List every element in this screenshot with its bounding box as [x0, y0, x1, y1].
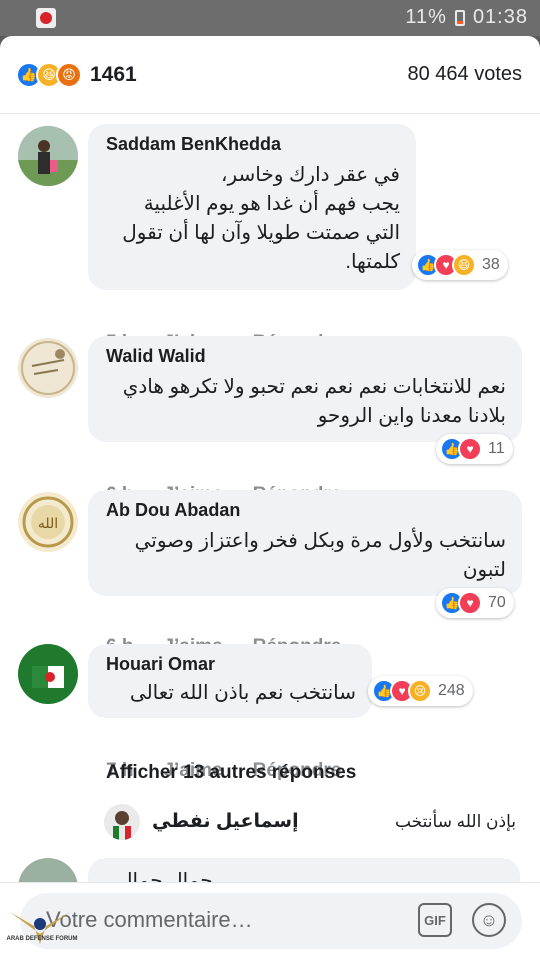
- comments-sheet: 👍 😆 😡 1461 80 464 votes Saddam BenKhedda…: [0, 36, 540, 960]
- comment-composer: Votre commentaire… GIF ☺: [0, 882, 540, 960]
- avatar-photo: [104, 804, 140, 840]
- comment-bubble: Walid Walid نعم للانتخابات نعم نعم نعم ت…: [88, 336, 522, 442]
- comment-bubble: Ab Dou Abadan سانتخب ولأول مرة وبكل فخر …: [88, 490, 522, 596]
- svg-text:الله: الله: [38, 516, 58, 532]
- reply-avatar[interactable]: [104, 804, 140, 840]
- comment-reactions[interactable]: 👍 ♥ 70: [436, 588, 514, 618]
- emoji-icon[interactable]: ☺: [472, 903, 506, 937]
- votes-count: 80 464 votes: [407, 63, 522, 85]
- sad-reaction-icon: 😢: [408, 679, 432, 703]
- reactions-header: 👍 😆 😡 1461 80 464 votes: [0, 36, 540, 114]
- comment-text: في عقر دارك وخاسر، يجب فهم أن غدا هو يوم…: [106, 161, 400, 277]
- comment-reaction-count: 11: [488, 440, 505, 457]
- avatar[interactable]: الله: [18, 492, 78, 552]
- watermark-logo: [10, 912, 70, 944]
- clock: 01:38: [472, 6, 528, 28]
- battery-percent: 11%: [405, 6, 447, 28]
- haha-reaction-icon: 😆: [452, 253, 476, 277]
- angry-reaction-icon: 😡: [56, 62, 82, 88]
- comment-text: نعم للانتخابات نعم نعم نعم تحبو ولا تكره…: [122, 376, 506, 427]
- comment-text-line: في عقر دارك وخاسر، يجب فهم أن غدا هو يوم…: [122, 164, 400, 273]
- love-reaction-icon: ♥: [458, 437, 482, 461]
- app-notification-icon: [36, 8, 56, 28]
- comment-reaction-count: 70: [488, 594, 506, 611]
- comment-bubble: Saddam BenKhedda في عقر دارك وخاسر، يجب …: [88, 124, 416, 290]
- status-right: 11% 01:38: [405, 6, 528, 29]
- comment-reactions[interactable]: 👍 ♥ 😆 38: [412, 250, 508, 280]
- avatar[interactable]: [18, 644, 78, 704]
- reaction-count: 1461: [90, 63, 137, 86]
- comment-text: سانتخب نعم باذن الله تعالى: [129, 682, 356, 704]
- reaction-summary[interactable]: 👍 😆 😡 1461: [16, 62, 137, 88]
- watermark-text: ARAB DEFENSE FORUM: [6, 936, 78, 942]
- comment-reaction-count: 248: [438, 682, 465, 699]
- avatar-photo: [18, 126, 78, 186]
- battery-icon: [454, 9, 465, 26]
- comment-author[interactable]: Saddam BenKhedda: [106, 134, 400, 155]
- avatar-photo: [18, 338, 78, 398]
- status-bar: 11% 01:38: [0, 0, 540, 36]
- gif-button[interactable]: GIF: [418, 903, 452, 937]
- comment-reactions[interactable]: 👍 ♥ 😢 248: [368, 676, 473, 706]
- avatar[interactable]: [18, 338, 78, 398]
- avatar-photo: [18, 644, 78, 704]
- love-reaction-icon: ♥: [458, 591, 482, 615]
- comment-author[interactable]: Houari Omar: [106, 654, 356, 675]
- reply-preview[interactable]: إسماعيل نفطي بإذن الله سأنتخب: [0, 800, 540, 850]
- reply-text: بإذن الله سأنتخب: [394, 812, 516, 831]
- avatar[interactable]: [18, 126, 78, 186]
- comment-reactions[interactable]: 👍 ♥ 11: [436, 434, 513, 464]
- comment-text: سانتخب ولأول مرة وبكل فخر واعتزاز وصوتي …: [134, 530, 506, 581]
- comment-author[interactable]: Walid Walid: [106, 346, 506, 367]
- reply-author[interactable]: إسماعيل نفطي: [152, 810, 299, 833]
- avatar-photo: الله: [18, 492, 78, 552]
- comment-bubble: Houari Omar سانتخب نعم باذن الله تعالى: [88, 644, 372, 718]
- comment-author[interactable]: Ab Dou Abadan: [106, 500, 506, 521]
- view-more-replies-link[interactable]: Afficher 13 autres réponses: [106, 762, 356, 784]
- comment-reaction-count: 38: [482, 256, 500, 273]
